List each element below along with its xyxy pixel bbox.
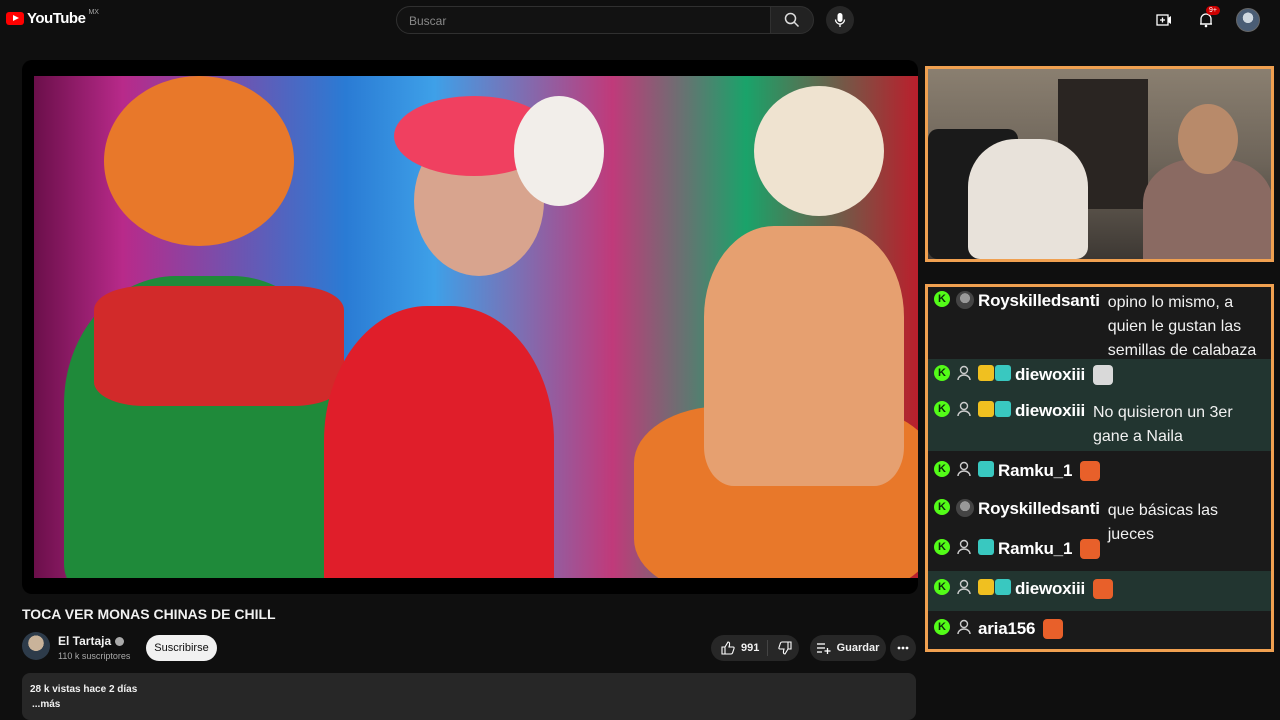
top-bar: YouTube MX 9+ (0, 0, 1280, 40)
kick-badge-icon: K (934, 461, 950, 477)
webcam-overlay (925, 66, 1274, 262)
more-horizontal-icon (897, 646, 909, 650)
fire-emote-icon (1080, 461, 1101, 481)
orange-performer-shape (704, 226, 904, 486)
subscriber-badge-icon (995, 579, 1011, 595)
chat-username: Royskilledsanti (978, 499, 1100, 518)
chat-message: K diewoxiii (928, 359, 1271, 395)
more-actions-button[interactable] (890, 635, 916, 661)
like-count: 991 (741, 642, 760, 654)
region-label: MX (88, 9, 99, 16)
search-button[interactable] (770, 6, 814, 34)
user-avatar (956, 291, 974, 309)
red-collar-shape (94, 286, 344, 406)
chat-text: No quisieron un 3er gane a Naila (1093, 404, 1233, 445)
streamer-hoodie-shape (968, 139, 1088, 259)
user-icon (957, 365, 971, 381)
subscriber-badge-icon (978, 461, 994, 477)
user-icon (957, 461, 971, 477)
like-button[interactable]: 991 (711, 640, 769, 656)
chat-message: K diewoxiii (928, 571, 1271, 611)
performer-headdress-shape (104, 76, 294, 246)
like-dislike-group: 991 (711, 635, 799, 661)
notification-badge: 9+ (1206, 6, 1220, 15)
streamer-shirt-shape (1143, 159, 1271, 259)
crown-badge-icon (978, 401, 994, 417)
user-icon (957, 401, 971, 417)
fire-emote-icon (1080, 539, 1101, 559)
chat-username: Ramku_1 (998, 461, 1073, 480)
user-avatar (956, 499, 974, 517)
logo-text: YouTube (27, 10, 86, 27)
create-button[interactable] (1152, 8, 1176, 32)
chat-message: K Royskilledsanti opino lo mismo, a quie… (928, 287, 1271, 383)
header-actions: 9+ (1152, 6, 1260, 32)
thumbs-up-icon (721, 641, 735, 655)
youtube-logo[interactable]: YouTube MX (6, 9, 99, 27)
subscriber-badge-icon (995, 401, 1011, 417)
search-icon (784, 12, 800, 28)
kick-badge-icon: K (934, 619, 950, 635)
video-frame[interactable] (34, 76, 918, 578)
search-box (396, 6, 772, 34)
kick-badge-icon: K (934, 579, 950, 595)
chat-username: diewoxiii (1015, 579, 1085, 598)
user-icon (957, 539, 971, 555)
red-dress-shape (324, 306, 554, 578)
show-more-link[interactable]: ...más (32, 699, 60, 710)
save-label: Guardar (836, 642, 880, 654)
subscribe-button[interactable]: Suscribirse (146, 635, 217, 661)
chat-username: Royskilledsanti (978, 291, 1100, 310)
white-mask-shape (514, 96, 604, 206)
fire-emote-icon (1093, 579, 1113, 599)
user-icon (957, 619, 971, 635)
crown-badge-icon (978, 365, 994, 381)
kick-badge-icon: K (934, 401, 950, 417)
chat-message: K Royskilledsanti que básicas las jueces (928, 491, 1271, 543)
blonde-wig-shape (754, 86, 884, 216)
chat-message: K Ramku_1 (928, 451, 1271, 491)
streamer-face-shape (1178, 104, 1238, 174)
chat-message: K Ramku_1 (928, 531, 1271, 571)
playlist-add-icon (816, 643, 831, 654)
chat-username: aria156 (978, 619, 1036, 638)
thumbs-down-icon (778, 641, 792, 655)
channel-name-row[interactable]: El Tartaja (58, 634, 125, 648)
channel-name[interactable]: El Tartaja (58, 634, 111, 648)
channel-avatar[interactable] (22, 632, 50, 660)
description-box[interactable]: 28 k vistas hace 2 días ...más (22, 673, 916, 720)
microphone-icon (834, 13, 846, 27)
chat-overlay: K Royskilledsanti opino lo mismo, a quie… (925, 284, 1274, 652)
subscriber-count: 110 k suscriptores (58, 651, 131, 661)
chat-message: K diewoxiii No quisieron un 3er gane a N… (928, 395, 1271, 451)
chat-username: diewoxiii (1015, 365, 1085, 384)
video-title: TOCA VER MONAS CHINAS DE CHILL (22, 606, 276, 622)
subscriber-badge-icon (978, 539, 994, 555)
crown-badge-icon (978, 579, 994, 595)
kick-badge-icon: K (934, 499, 950, 515)
chat-username: diewoxiii (1015, 401, 1085, 420)
youtube-play-icon (6, 12, 24, 25)
search-input[interactable] (407, 13, 761, 29)
kick-badge-icon: K (934, 365, 950, 381)
kick-badge-icon: K (934, 539, 950, 555)
chat-username: Ramku_1 (998, 539, 1073, 558)
subscriber-badge-icon (995, 365, 1011, 381)
save-button[interactable]: Guardar (810, 635, 886, 661)
chat-message: K aria156 (928, 611, 1271, 649)
create-video-icon (1156, 14, 1171, 26)
verified-icon (115, 637, 125, 647)
voice-search-button[interactable] (826, 6, 854, 34)
kick-badge-icon: K (934, 291, 950, 307)
fire-emote-icon (1043, 619, 1064, 639)
dislike-button[interactable] (768, 641, 792, 655)
account-avatar[interactable] (1236, 8, 1260, 32)
notifications-button[interactable]: 9+ (1194, 6, 1220, 32)
user-icon (957, 579, 971, 595)
views-and-date: 28 k vistas hace 2 días (30, 684, 138, 695)
cat-emote-icon (1093, 365, 1113, 385)
video-player[interactable] (22, 60, 918, 594)
